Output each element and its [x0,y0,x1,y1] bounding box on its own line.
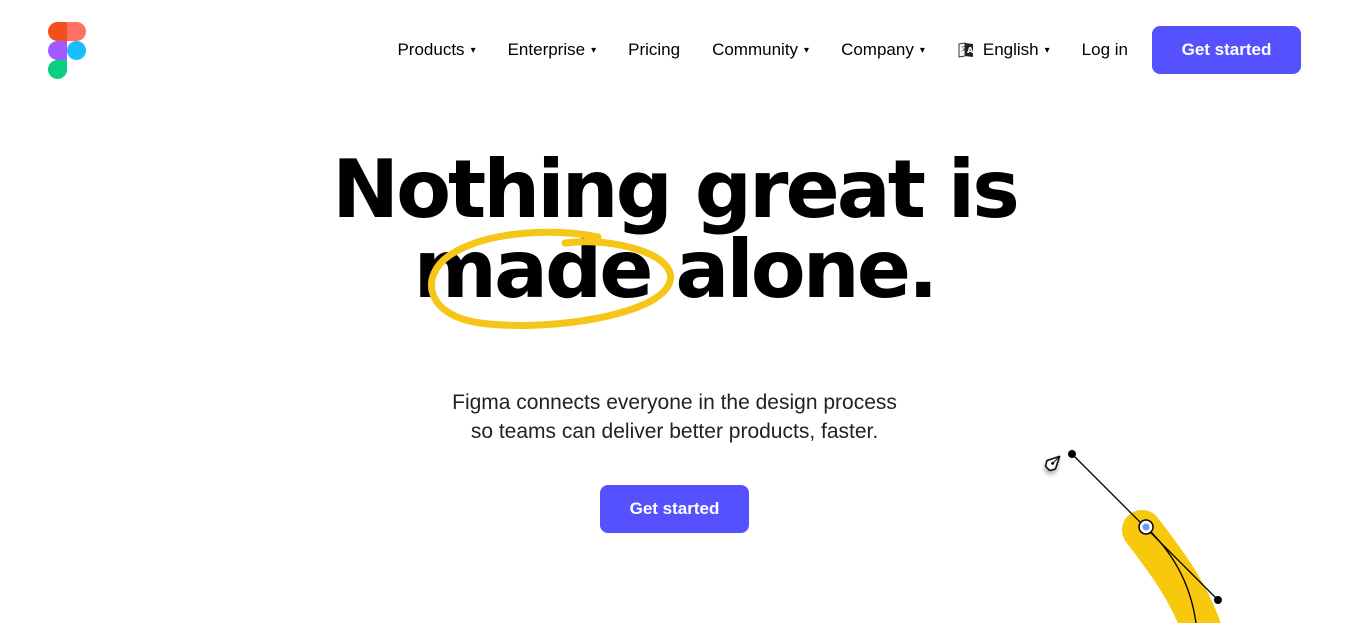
hero-title-line2: made alone. [413,223,939,316]
hero-get-started-button[interactable]: Get started [600,485,749,533]
hero-title-line1: Nothing great is [332,143,1020,236]
main-nav: Products ▾ Enterprise ▾ Pricing Communit… [397,26,1301,74]
chevron-down-icon: ▾ [919,44,925,56]
nav-pricing[interactable]: Pricing [628,40,680,60]
hero-subtitle-line1: Figma connects everyone in the design pr… [452,391,897,414]
nav-community[interactable]: Community ▾ [712,40,809,60]
logo-middle-left [48,41,67,60]
nav-company[interactable]: Company ▾ [841,40,925,60]
nav-enterprise[interactable]: Enterprise ▾ [508,40,597,60]
translate-icon: 文 A [958,42,974,58]
chevron-down-icon: ▾ [804,44,810,56]
pen-tool-icon [1044,455,1061,472]
nav-products[interactable]: Products ▾ [397,40,475,60]
login-label: Log in [1081,40,1128,59]
nav-community-label: Community [712,40,799,59]
nav-pricing-label: Pricing [628,40,681,59]
logo-top-right [67,22,86,41]
language-label: English [982,40,1039,59]
svg-text:A: A [967,46,974,55]
logo-bottom [48,60,67,79]
hero-title: Nothing great is made alone. [0,150,1349,310]
anchor-point-center [1142,523,1150,531]
nav-enterprise-label: Enterprise [507,40,586,59]
logo-top-left [48,22,67,41]
chevron-down-icon: ▾ [470,44,476,56]
nav-products-label: Products [397,40,465,59]
pen-tool-illustration [1044,450,1222,623]
chevron-down-icon: ▾ [591,44,597,56]
handle-point-bottom [1214,596,1222,604]
handle-point-top [1068,450,1076,458]
language-selector[interactable]: 文 A English ▾ [957,40,1050,60]
hero-subtitle: Figma connects everyone in the design pr… [0,388,1349,446]
hero-subtitle-line2: so teams can deliver better products, fa… [470,420,879,443]
figma-logo[interactable] [48,22,86,79]
logo-middle-right [67,41,86,60]
login-link[interactable]: Log in [1082,40,1128,60]
nav-company-label: Company [841,40,914,59]
chevron-down-icon: ▾ [1044,44,1050,56]
nav-get-started-button[interactable]: Get started [1152,26,1301,74]
